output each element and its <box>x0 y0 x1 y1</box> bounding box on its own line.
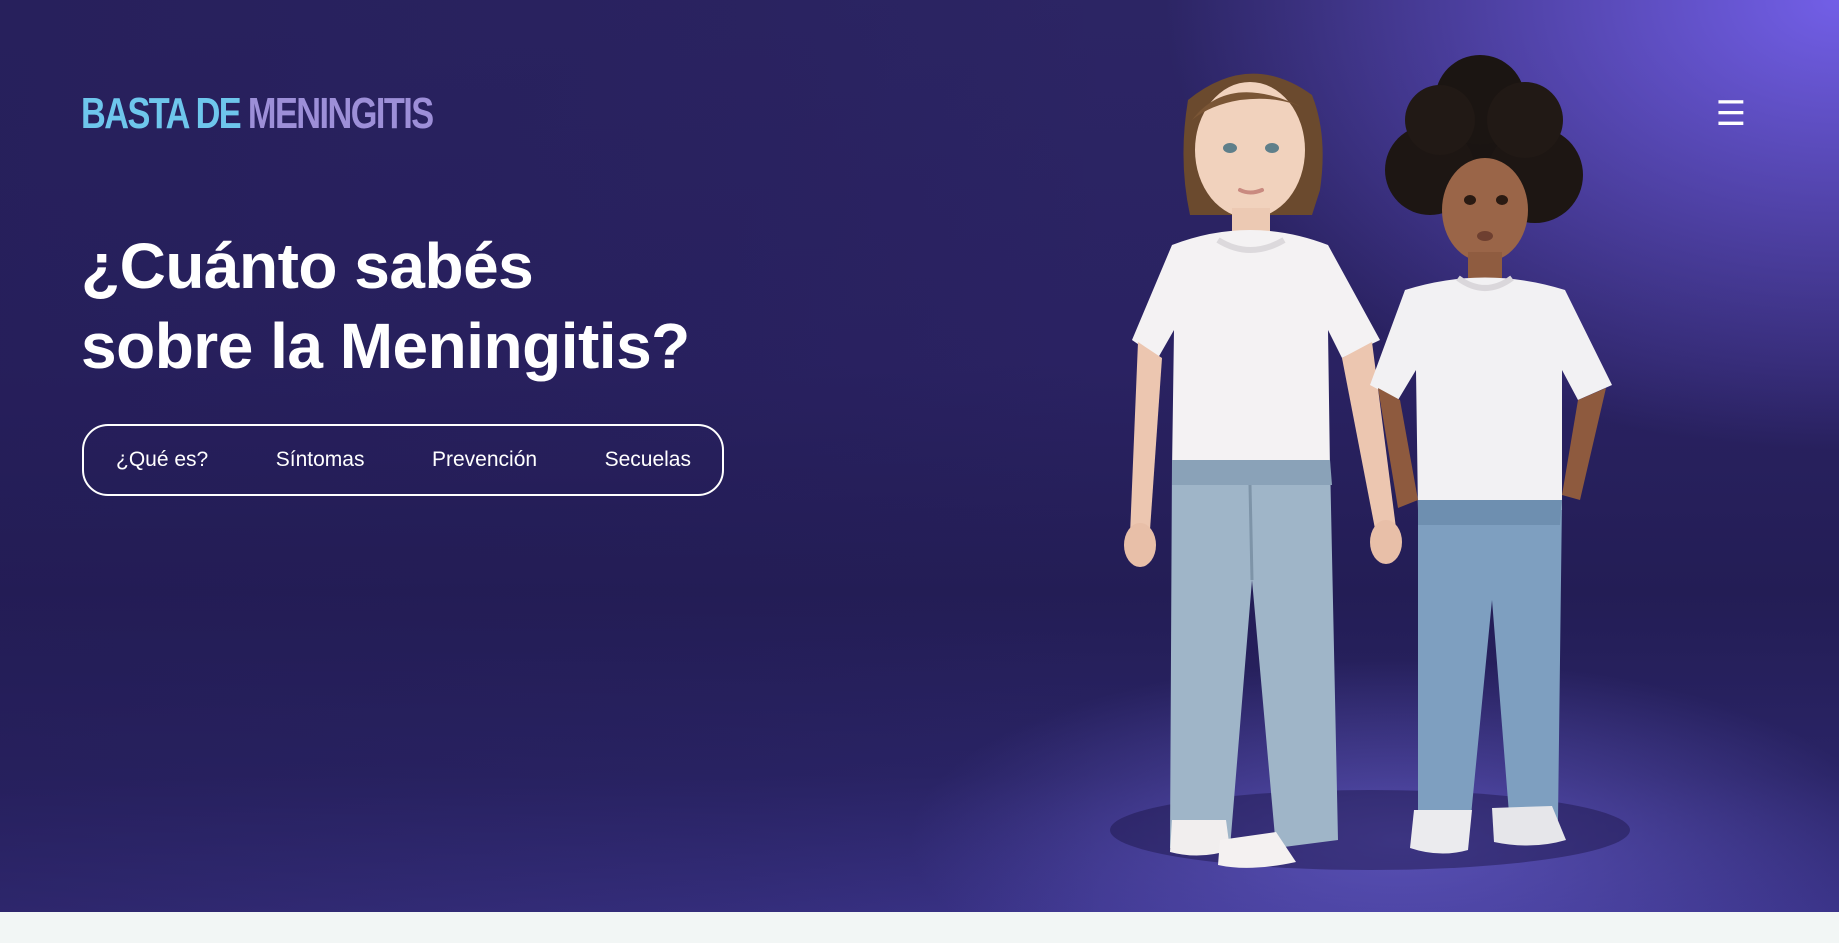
hero-children-image <box>1110 55 1630 870</box>
nav-link-que-es[interactable]: ¿Qué es? <box>116 448 208 472</box>
hero-headline: ¿Cuánto sabés sobre la Meningitis? <box>81 226 690 386</box>
site-logo[interactable]: BASTA DE MENINGITIS <box>81 89 434 138</box>
nav-link-prevencion[interactable]: Prevención <box>432 448 537 472</box>
hamburger-menu-icon[interactable]: ☰ <box>1714 96 1748 132</box>
hero-section: BASTA DE MENINGITIS ☰ ¿Cuánto sabés sobre… <box>0 0 1839 912</box>
nav-link-sintomas[interactable]: Síntomas <box>276 448 365 472</box>
logo-text-basta-de: BASTA DE <box>81 89 242 138</box>
headline-line-1: ¿Cuánto sabés <box>81 230 534 302</box>
logo-text-meningitis: MENINGITIS <box>247 89 434 138</box>
section-nav: ¿Qué es? Síntomas Prevención Secuelas <box>82 424 724 496</box>
next-section-edge <box>0 912 1839 943</box>
nav-link-secuelas[interactable]: Secuelas <box>605 448 691 472</box>
headline-line-2: sobre la Meningitis? <box>81 310 690 382</box>
